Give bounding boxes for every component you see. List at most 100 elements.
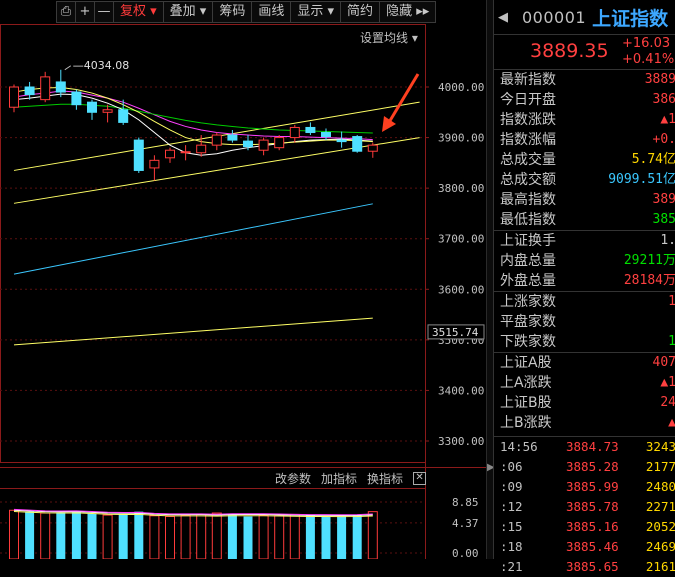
candle-body xyxy=(102,109,113,113)
candle-body xyxy=(211,134,222,146)
chips-button[interactable]: 筹码 xyxy=(212,1,253,23)
indicator-controls: 改参数 加指标 换指标 ✕ xyxy=(275,470,427,487)
price-summary: 3889.35 +16.03 +0.41% xyxy=(494,35,675,70)
quote-row-label: 总成交量 xyxy=(500,152,556,168)
annotation-arrow xyxy=(386,73,420,125)
volume-bar xyxy=(56,512,66,559)
volume-bar xyxy=(352,515,362,559)
candle-body xyxy=(40,76,51,101)
tick-volume: 2161 xyxy=(645,559,675,574)
tick-price: 3885.46 xyxy=(566,539,619,554)
display-button[interactable]: 显示 ▾ xyxy=(290,1,342,23)
quote-row-value: 1 xyxy=(668,294,675,309)
quote-row-label: 平盘家数 xyxy=(500,314,556,330)
quote-row-value: 29211万 xyxy=(623,253,675,268)
volume-bar xyxy=(40,512,51,559)
tick-list[interactable]: 14:56 3884.73 3243:06 3885.28 2177:09 3885.99… xyxy=(494,436,675,577)
tick-row: :06 3885.28 2177 xyxy=(494,457,675,477)
switch-indicator-button[interactable]: 换指标 xyxy=(367,470,403,487)
quote-side-panel: ◀ 000001 上证指数 3889.35 +16.03 +0.41% 最新指数… xyxy=(493,0,675,574)
tick-row: :15 3885.16 2052 xyxy=(494,517,675,537)
tick-time: :06 xyxy=(500,459,523,474)
volume-bar xyxy=(367,511,378,559)
quote-row-label: 指数涨幅 xyxy=(500,132,556,148)
zoom-in-icon[interactable]: + xyxy=(75,1,95,23)
volume-bar xyxy=(118,514,128,559)
quote-row: 指数涨幅 +0. xyxy=(494,130,675,150)
simple-mode-button[interactable]: 简约 xyxy=(340,1,381,23)
edit-params-button[interactable]: 改参数 xyxy=(275,470,311,487)
quote-row-value: 28184万 xyxy=(623,273,675,288)
quote-row-label: 内盘总量 xyxy=(500,253,556,269)
quote-row: 最新指数 3889 xyxy=(494,70,675,90)
quote-row: 上涨家数 1 xyxy=(494,291,675,312)
tick-row: :18 3885.46 2469 xyxy=(494,537,675,557)
candle-body xyxy=(133,139,144,171)
quote-row: 内盘总量 29211万 xyxy=(494,251,675,271)
candle-body xyxy=(55,81,66,93)
add-indicator-button[interactable]: 加指标 xyxy=(321,470,357,487)
volume-bar xyxy=(274,515,285,559)
candle-body xyxy=(149,159,160,169)
quote-header: ◀ 000001 上证指数 xyxy=(494,0,675,35)
screenshot-icon[interactable]: ⎙ xyxy=(56,1,76,23)
quote-row-label: 指数涨跌 xyxy=(500,112,556,128)
back-arrow-icon[interactable]: ◀ xyxy=(498,10,508,25)
quote-row: 上证A股 407 xyxy=(494,352,675,373)
overlay-button[interactable]: 叠加 ▾ xyxy=(162,1,214,23)
quote-row-label: 最新指数 xyxy=(500,72,556,88)
ma-setting-dropdown[interactable]: 设置均线 ▾ xyxy=(360,29,418,46)
moving-average-line xyxy=(13,87,373,146)
candle-body xyxy=(165,149,175,159)
tick-row: :21 3885.65 2161 xyxy=(494,557,675,577)
tick-time: :15 xyxy=(500,519,523,534)
quote-row-label: 下跌家数 xyxy=(500,334,556,350)
quote-row: 平盘家数 xyxy=(494,312,675,332)
tick-price: 3885.99 xyxy=(566,479,619,494)
volume-bar xyxy=(102,514,113,559)
quote-row-label: 最低指数 xyxy=(500,212,556,228)
quote-row-label: 外盘总量 xyxy=(500,273,556,289)
candle-body xyxy=(71,91,82,106)
tick-row: :12 3885.78 2271 xyxy=(494,497,675,517)
close-indicator-icon[interactable]: ✕ xyxy=(413,472,427,485)
volume-bar xyxy=(9,509,19,559)
quote-row-value: 389 xyxy=(652,192,675,207)
moving-average-line xyxy=(13,93,373,156)
tick-volume: 2271 xyxy=(645,499,675,514)
draw-line-button[interactable]: 画线 xyxy=(251,1,292,23)
quote-row-value: 24 xyxy=(660,395,675,410)
kline-chart-area[interactable]: 4000.00 3900.00 3800.00 3700.00 3600.00 3500.… xyxy=(0,0,486,559)
tick-price: 3885.16 xyxy=(566,519,619,534)
quote-row-label: 上B涨跌 xyxy=(500,415,552,431)
price-axis-label: 3900.00 xyxy=(438,132,484,145)
peak-price-label: —4034.08 xyxy=(73,59,130,72)
volume-bar xyxy=(289,513,300,559)
quote-row-label: 上A涨跌 xyxy=(500,375,552,391)
annotation-arrowhead xyxy=(382,116,396,132)
tick-price: 3884.73 xyxy=(566,439,619,454)
quote-row-label: 上涨家数 xyxy=(500,294,556,310)
volume-bar xyxy=(211,512,222,559)
quote-row-value: 5.74亿 xyxy=(631,152,675,167)
quote-row: 今日开盘 386 xyxy=(494,90,675,110)
quote-row: 总成交额 9099.51亿 xyxy=(494,170,675,190)
volume-bar xyxy=(227,513,237,559)
moving-average-line xyxy=(13,90,373,141)
hide-button[interactable]: 隐藏 ▸▸ xyxy=(379,1,437,23)
tick-time: :12 xyxy=(500,499,523,514)
price-axis-label: 3300.00 xyxy=(438,435,484,448)
quote-row-value: 1 xyxy=(668,334,675,349)
zoom-out-icon[interactable]: — xyxy=(94,1,114,23)
tick-volume: 2469 xyxy=(645,539,675,554)
tick-time: :09 xyxy=(500,479,523,494)
price-axis-label: 3700.00 xyxy=(438,233,484,246)
quote-row: 下跌家数 1 xyxy=(494,332,675,352)
rights-adjust-button[interactable]: 复权 ▾ xyxy=(113,1,164,23)
candle-body xyxy=(321,132,331,138)
volume-bar xyxy=(180,514,191,559)
candle-body xyxy=(196,144,207,154)
quote-row: 上A涨跌 ▲1 xyxy=(494,373,675,393)
candle-body xyxy=(258,139,269,151)
quote-row-value: ▲ xyxy=(668,415,675,430)
